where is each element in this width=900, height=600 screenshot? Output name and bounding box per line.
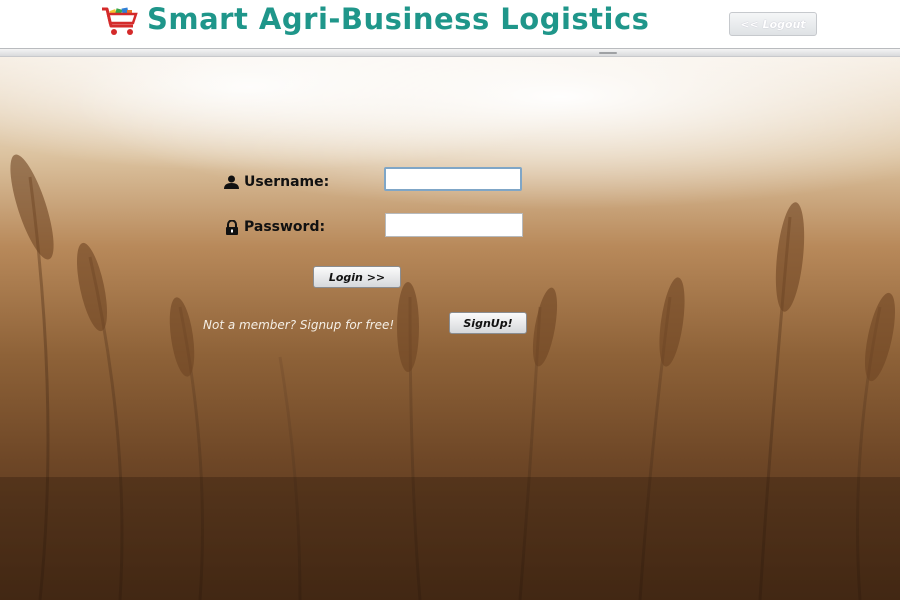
password-label-text: Password: [244, 219, 326, 235]
app-title: Smart Agri-Business Logistics [147, 2, 650, 36]
splitter-handle[interactable] [599, 52, 617, 54]
username-label: Username: [224, 174, 329, 190]
signup-prompt: Not a member? Signup for free! [203, 318, 395, 332]
username-input[interactable] [384, 167, 522, 191]
login-button[interactable]: Login >> [313, 266, 401, 288]
shopping-cart-icon [102, 7, 138, 35]
password-label: Password: [225, 219, 325, 235]
password-input[interactable] [385, 213, 523, 237]
user-icon [224, 175, 239, 189]
signup-button[interactable]: SignUp! [449, 312, 527, 334]
username-label-text: Username: [244, 174, 330, 190]
splitter-bar[interactable] [0, 48, 900, 57]
app-header: Smart Agri-Business Logistics << Logout [0, 0, 900, 48]
lock-icon [226, 219, 238, 235]
logout-button[interactable]: << Logout [729, 12, 817, 36]
